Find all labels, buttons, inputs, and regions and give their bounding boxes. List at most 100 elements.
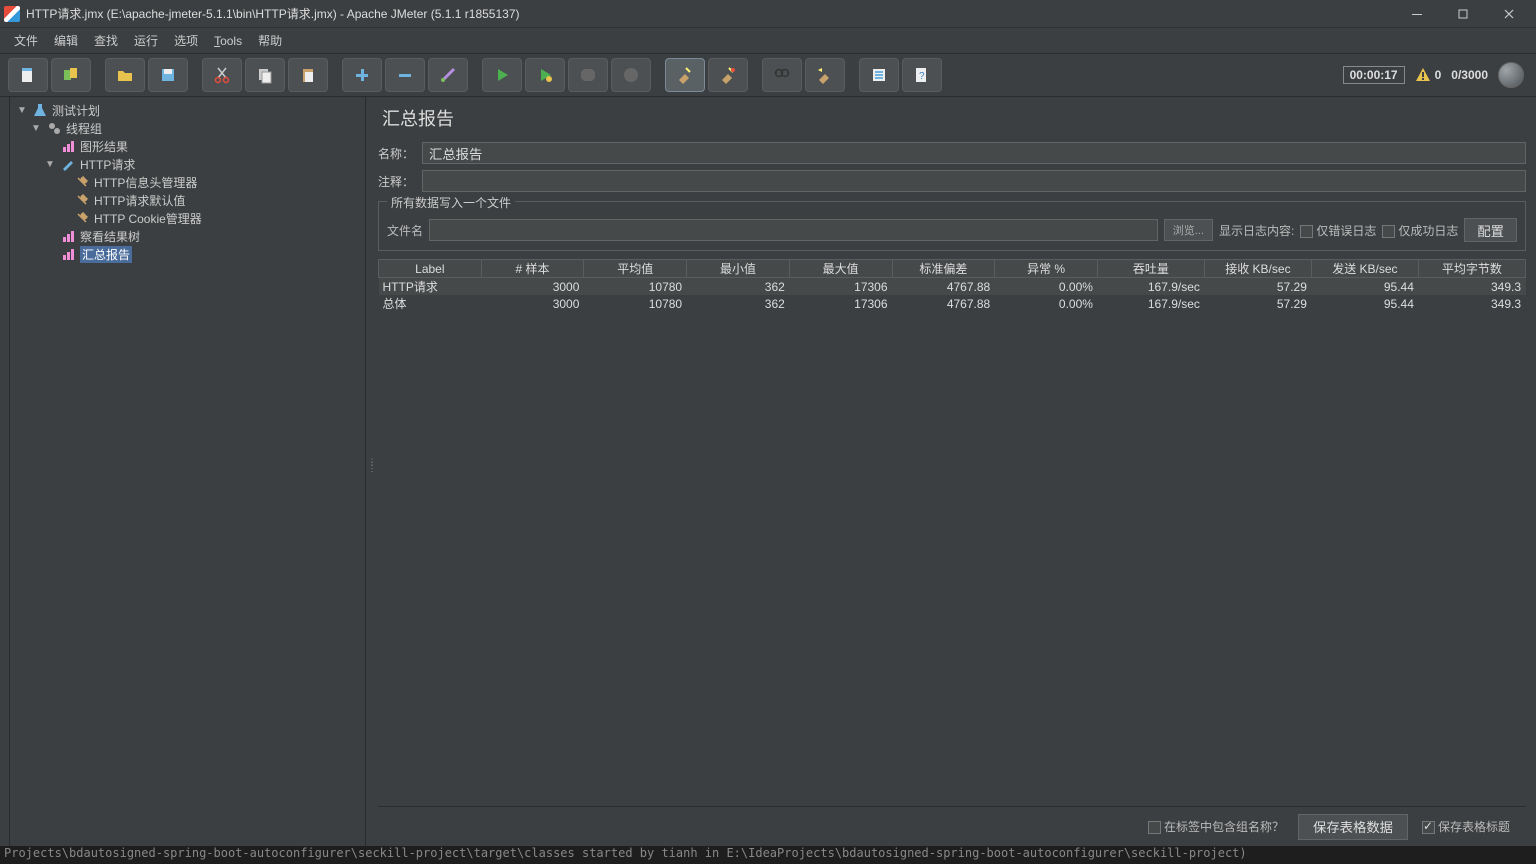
function-helper-button[interactable] (859, 58, 899, 92)
table-body: HTTP请求300010780362173064767.880.00%167.9… (379, 278, 1526, 313)
table-cell: 3000 (481, 278, 584, 296)
clear-all-button[interactable] (708, 58, 748, 92)
table-header[interactable]: 吞吐量 (1097, 260, 1204, 278)
table-cell: 57.29 (1204, 278, 1311, 296)
only-success-checkbox[interactable]: 仅成功日志 (1382, 222, 1458, 239)
table-row[interactable]: HTTP请求300010780362173064767.880.00%167.9… (379, 278, 1526, 296)
tree-request-defaults[interactable]: HTTP请求默认值 (10, 191, 365, 209)
table-row[interactable]: 总体300010780362173064767.880.00%167.9/sec… (379, 295, 1526, 312)
minimize-button[interactable] (1394, 0, 1440, 28)
table-cell: 10780 (584, 295, 687, 312)
elapsed-timer: 00:00:17 (1343, 66, 1405, 84)
table-cell: 95.44 (1311, 278, 1418, 296)
main-area: ▼测试计划 ▼线程组 图形结果 ▼HTTP请求 HTTP信息头管理器 HTTP请… (0, 97, 1536, 846)
table-header[interactable]: 最小值 (687, 260, 790, 278)
toolbar: ? 00:00:17 0 0/3000 (0, 54, 1536, 97)
svg-text:?: ? (919, 71, 925, 82)
tree-summary-report[interactable]: 汇总报告 (10, 245, 365, 263)
toggle-button[interactable] (428, 58, 468, 92)
menu-file[interactable]: 文件 (6, 29, 46, 52)
comment-input[interactable] (422, 170, 1526, 192)
menu-run[interactable]: 运行 (126, 29, 166, 52)
save-table-button[interactable]: 保存表格数据 (1298, 814, 1408, 840)
table-header[interactable]: 标准偏差 (892, 260, 995, 278)
table-cell: 349.3 (1418, 295, 1525, 312)
warning-badge[interactable]: 0 (1415, 67, 1442, 83)
table-cell: 0.00% (995, 278, 1098, 296)
clear-button[interactable] (665, 58, 705, 92)
warning-icon (1415, 67, 1431, 83)
test-plan-tree[interactable]: ▼测试计划 ▼线程组 图形结果 ▼HTTP请求 HTTP信息头管理器 HTTP请… (10, 97, 366, 846)
fieldset-legend: 所有数据写入一个文件 (387, 194, 515, 211)
open-button[interactable] (105, 58, 145, 92)
table-cell: 17306 (789, 278, 892, 296)
help-button[interactable]: ? (902, 58, 942, 92)
tree-test-plan[interactable]: ▼测试计划 (10, 101, 365, 119)
table-header[interactable]: 平均值 (584, 260, 687, 278)
name-input[interactable] (422, 142, 1526, 164)
browse-button[interactable]: 浏览... (1164, 219, 1213, 241)
paste-button[interactable] (288, 58, 328, 92)
name-label: 名称： (378, 145, 422, 162)
filename-label: 文件名 (387, 222, 423, 239)
app-icon (4, 6, 20, 22)
table-cell: 10780 (584, 278, 687, 296)
table-header[interactable]: 平均字节数 (1418, 260, 1525, 278)
table-cell: 4767.88 (892, 295, 995, 312)
menu-search[interactable]: 查找 (86, 29, 126, 52)
table-cell: 362 (687, 295, 790, 312)
collapse-button[interactable] (385, 58, 425, 92)
shutdown-button[interactable] (611, 58, 651, 92)
templates-button[interactable] (51, 58, 91, 92)
tree-header-manager[interactable]: HTTP信息头管理器 (10, 173, 365, 191)
tree-thread-group[interactable]: ▼线程组 (10, 119, 365, 137)
copy-button[interactable] (245, 58, 285, 92)
table-header[interactable]: 最大值 (789, 260, 892, 278)
menu-options[interactable]: 选项 (166, 29, 206, 52)
table-header[interactable]: 发送 KB/sec (1311, 260, 1418, 278)
remote-hosts-button[interactable] (1498, 62, 1524, 88)
table-cell: 4767.88 (892, 278, 995, 296)
table-cell: 0.00% (995, 295, 1098, 312)
table-header[interactable]: 接收 KB/sec (1204, 260, 1311, 278)
table-header[interactable]: # 样本 (481, 260, 584, 278)
table-header[interactable]: 异常 % (995, 260, 1098, 278)
table-header[interactable]: Label (379, 260, 482, 278)
cut-button[interactable] (202, 58, 242, 92)
start-button[interactable] (482, 58, 522, 92)
content-panel: 汇总报告 名称： 注释： 所有数据写入一个文件 文件名 浏览... 显示日志内容… (374, 97, 1536, 846)
expand-button[interactable] (342, 58, 382, 92)
save-button[interactable] (148, 58, 188, 92)
start-no-timers-button[interactable] (525, 58, 565, 92)
table-cell: 57.29 (1204, 295, 1311, 312)
console-output: Projects\bdautosigned-spring-boot-autoco… (0, 846, 1536, 864)
table-cell: HTTP请求 (379, 278, 482, 296)
maximize-button[interactable] (1440, 0, 1486, 28)
save-header-checkbox[interactable]: 保存表格标题 (1422, 818, 1510, 835)
include-group-checkbox[interactable]: 在标签中包含组名称？ (1148, 818, 1284, 835)
table-cell: 总体 (379, 295, 482, 312)
table-cell: 349.3 (1418, 278, 1525, 296)
new-button[interactable] (8, 58, 48, 92)
reset-search-button[interactable] (805, 58, 845, 92)
stop-button[interactable] (568, 58, 608, 92)
menu-edit[interactable]: 编辑 (46, 29, 86, 52)
search-button[interactable] (762, 58, 802, 92)
menu-tools[interactable]: Tools (206, 31, 250, 51)
show-log-label: 显示日志内容: (1219, 222, 1294, 239)
tree-graph-result[interactable]: 图形结果 (10, 137, 365, 155)
close-button[interactable] (1486, 0, 1532, 28)
titlebar: HTTP请求.jmx (E:\apache-jmeter-5.1.1\bin\H… (0, 0, 1536, 28)
table-cell: 3000 (481, 295, 584, 312)
tree-view-results[interactable]: 察看结果树 (10, 227, 365, 245)
configure-button[interactable]: 配置 (1464, 218, 1517, 242)
menu-help[interactable]: 帮助 (250, 29, 290, 52)
write-results-fieldset: 所有数据写入一个文件 文件名 浏览... 显示日志内容: 仅错误日志 仅成功日志… (378, 201, 1526, 251)
tree-cookie-manager[interactable]: HTTP Cookie管理器 (10, 209, 365, 227)
only-error-checkbox[interactable]: 仅错误日志 (1300, 222, 1376, 239)
table-header-row: Label# 样本平均值最小值最大值标准偏差异常 %吞吐量接收 KB/sec发送… (379, 260, 1526, 278)
splitter[interactable]: ⋮⋮⋮ (366, 97, 374, 846)
filename-input[interactable] (429, 219, 1158, 241)
tree-http-request[interactable]: ▼HTTP请求 (10, 155, 365, 173)
thread-counter: 0/3000 (1451, 68, 1488, 82)
